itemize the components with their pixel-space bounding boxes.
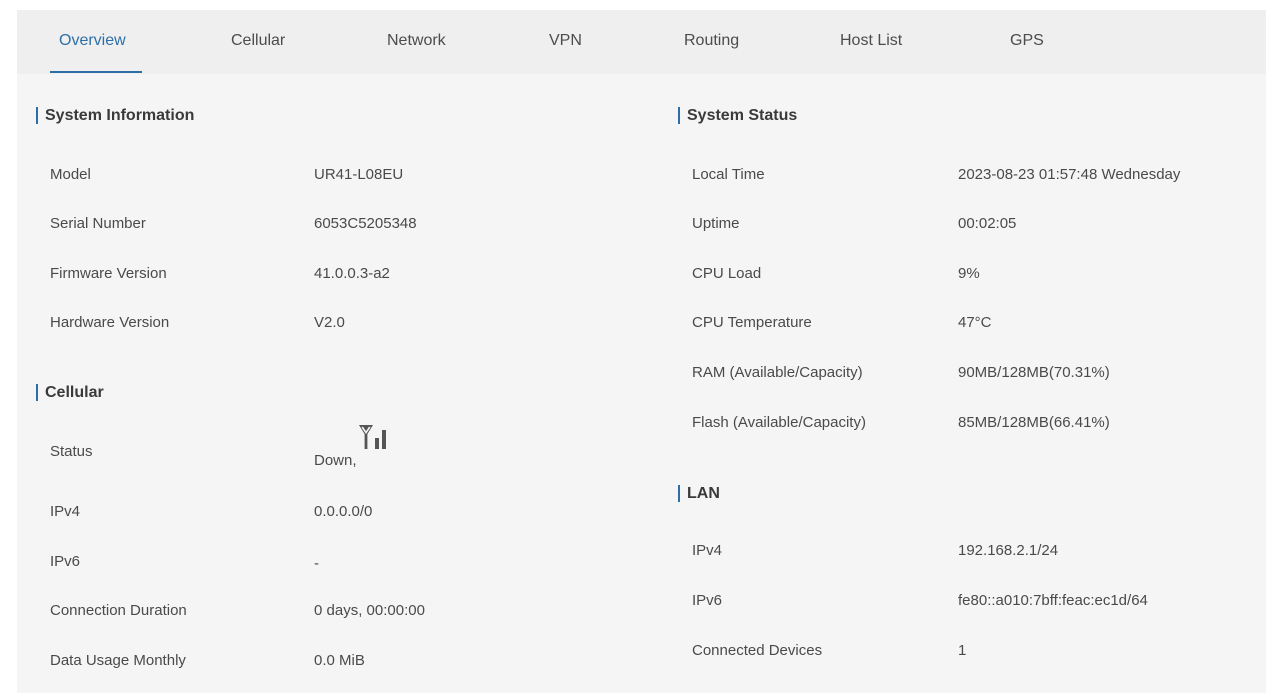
lan-ipv6-value: fe80::a010:7bff:feac:ec1d/64	[958, 592, 1148, 609]
tab-bar: Overview Cellular Network VPN Routing Ho…	[17, 10, 1266, 74]
overview-panel: Overview Cellular Network VPN Routing Ho…	[17, 10, 1266, 693]
lan-ipv4-value: 192.168.2.1/24	[958, 542, 1059, 559]
uptime-label: Uptime	[692, 215, 740, 232]
connection-duration-value: 0 days, 00:00:00	[314, 602, 425, 619]
model-label: Model	[50, 166, 91, 183]
ram-value: 90MB/128MB(70.31%)	[958, 364, 1110, 381]
local-time-value: 2023-08-23 01:57:48 Wednesday	[958, 166, 1181, 183]
active-tab-indicator	[50, 71, 142, 73]
ram-label: RAM (Available/Capacity)	[692, 364, 863, 381]
signal-antenna-icon	[359, 425, 386, 449]
cpu-load-value: 9%	[958, 265, 980, 282]
cellular-title: Cellular	[36, 384, 104, 401]
lan-ipv4-label: IPv4	[692, 542, 723, 559]
tab-routing[interactable]: Routing	[684, 32, 739, 50]
tab-network[interactable]: Network	[387, 32, 446, 50]
serial-number-label: Serial Number	[50, 215, 146, 232]
cellular-ipv4-label: IPv4	[50, 503, 81, 520]
serial-number-value: 6053C5205348	[314, 215, 417, 232]
cpu-temperature-value: 47°C	[958, 314, 992, 331]
hardware-version-value: V2.0	[314, 314, 345, 331]
system-status-title: System Status	[678, 107, 797, 124]
uptime-value: 00:02:05	[958, 215, 1017, 232]
tab-gps[interactable]: GPS	[1010, 32, 1044, 50]
cellular-ipv6-value: -	[314, 555, 319, 572]
data-usage-monthly-value: 0.0 MiB	[314, 652, 365, 669]
cellular-status-value: Down,	[314, 452, 357, 469]
cpu-temperature-label: CPU Temperature	[692, 314, 812, 331]
tab-vpn[interactable]: VPN	[549, 32, 582, 50]
system-information-title: System Information	[36, 107, 194, 124]
cellular-ipv6-label: IPv6	[50, 553, 81, 570]
flash-label: Flash (Available/Capacity)	[692, 414, 866, 431]
flash-value: 85MB/128MB(66.41%)	[958, 414, 1110, 431]
cellular-status-label: Status	[50, 443, 93, 460]
tab-cellular[interactable]: Cellular	[231, 32, 285, 50]
tab-overview[interactable]: Overview	[59, 32, 126, 50]
lan-ipv6-label: IPv6	[692, 592, 723, 609]
cellular-ipv4-value: 0.0.0.0/0	[314, 503, 373, 520]
firmware-version-label: Firmware Version	[50, 265, 167, 282]
hardware-version-label: Hardware Version	[50, 314, 170, 331]
data-usage-monthly-label: Data Usage Monthly	[50, 652, 186, 669]
connected-devices-label: Connected Devices	[692, 642, 823, 659]
tab-host-list[interactable]: Host List	[840, 32, 902, 50]
model-value: UR41-L08EU	[314, 166, 404, 183]
connection-duration-label: Connection Duration	[50, 602, 187, 619]
connected-devices-value: 1	[958, 642, 967, 659]
local-time-label: Local Time	[692, 166, 765, 183]
cpu-load-label: CPU Load	[692, 265, 762, 282]
lan-title: LAN	[678, 485, 720, 502]
firmware-version-value: 41.0.0.3-a2	[314, 265, 390, 282]
